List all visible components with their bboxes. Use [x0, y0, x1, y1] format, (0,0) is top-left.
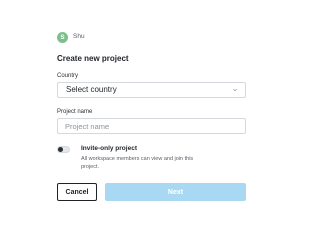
workspace-indicator: S Shu: [57, 31, 85, 44]
project-name-label: Project name: [57, 109, 93, 115]
country-select[interactable]: Select country: [57, 82, 246, 98]
chevron-down-icon: [233, 88, 237, 92]
invite-only-description: All workspace members can view and join …: [81, 156, 194, 170]
country-select-value: Select country: [66, 85, 117, 94]
next-button[interactable]: Next: [105, 183, 246, 201]
project-name-input[interactable]: [57, 118, 246, 134]
page-title: Create new project: [57, 54, 129, 63]
workspace-name: Shu: [73, 33, 85, 41]
toggle-knob: [58, 147, 63, 152]
invite-only-toggle[interactable]: [57, 146, 70, 153]
country-label: Country: [57, 73, 79, 79]
avatar: S: [57, 32, 68, 43]
create-project-dialog: S Shu Create new project Country Select …: [0, 0, 299, 238]
invite-only-title: Invite-only project: [81, 145, 137, 152]
cancel-button[interactable]: Cancel: [57, 183, 97, 201]
